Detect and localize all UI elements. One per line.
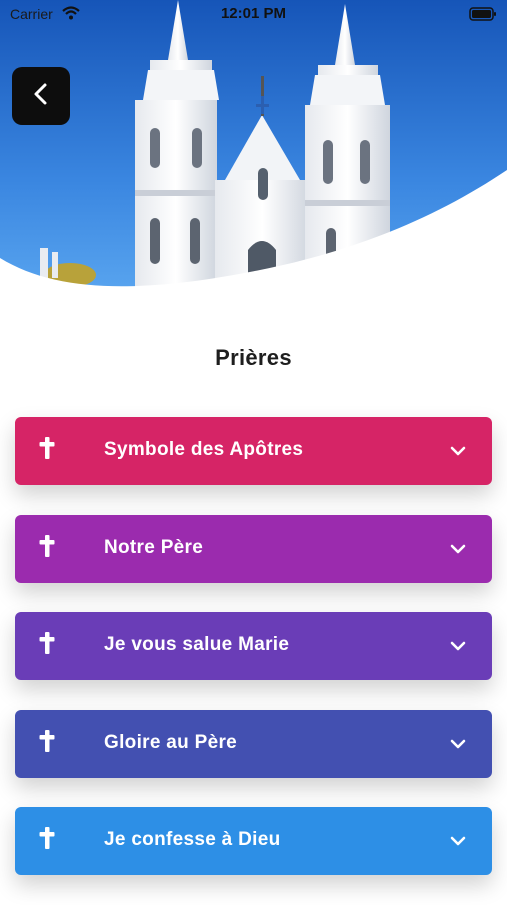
prayer-label: Je vous salue Marie — [104, 634, 290, 656]
chevron-down-icon — [450, 542, 466, 560]
cross-icon — [38, 631, 56, 660]
page-title: Prières — [215, 345, 292, 370]
prayer-label: Notre Père — [104, 536, 204, 558]
cross-icon — [38, 729, 56, 758]
prayer-item-3[interactable]: Je vous salue Marie — [15, 612, 492, 681]
cross-icon — [38, 436, 56, 465]
header-image — [0, 0, 507, 300]
prayer-item-4[interactable]: Gloire au Père — [15, 709, 492, 778]
prayer-list: Symbole des Apôtres Notre Père Je vous s… — [15, 417, 492, 905]
chevron-left-icon — [30, 82, 52, 111]
prayer-label: Symbole des Apôtres — [104, 439, 304, 460]
prayer-item-2[interactable]: Notre Père — [15, 514, 492, 583]
prayer-label: Gloire au Père — [104, 731, 238, 753]
back-button[interactable] — [12, 67, 70, 125]
prayer-item-1[interactable]: Symbole des Apôtres — [15, 417, 492, 485]
status-bar: Carrier 12:01 PM — [0, 0, 507, 30]
chevron-down-icon — [450, 639, 466, 657]
clock: 12:01 PM — [220, 5, 287, 22]
chevron-down-icon — [450, 444, 466, 462]
prayer-label: Je confesse à Dieu — [104, 829, 281, 851]
chevron-down-icon — [450, 737, 466, 755]
battery-icon — [469, 7, 497, 26]
cross-icon — [38, 534, 56, 563]
church-image — [0, 0, 507, 300]
cross-icon — [38, 826, 56, 855]
prayer-item-5[interactable]: Je confesse à Dieu — [15, 807, 492, 876]
chevron-down-icon — [450, 834, 466, 852]
